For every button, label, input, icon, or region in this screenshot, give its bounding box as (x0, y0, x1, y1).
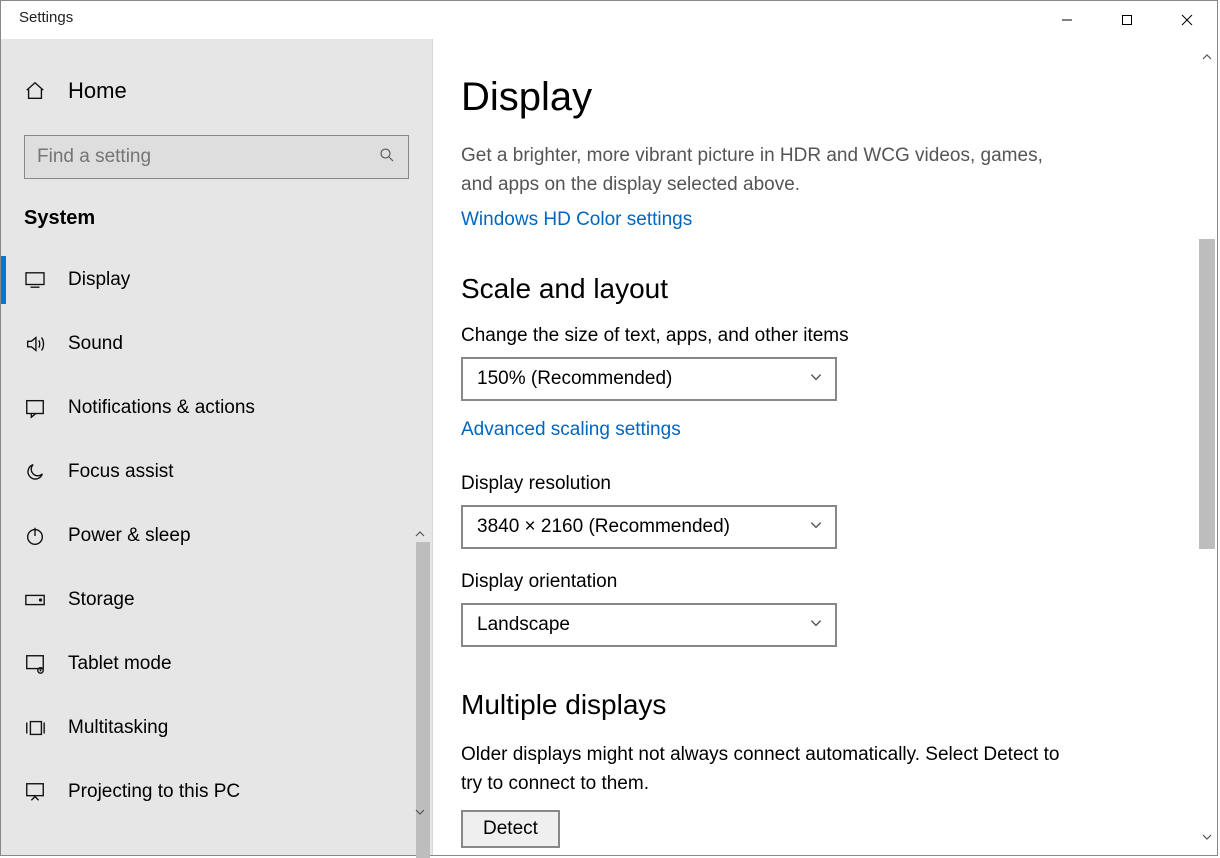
resolution-label: Display resolution (461, 473, 1177, 495)
sidebar-item-projecting[interactable]: Projecting to this PC (1, 760, 432, 824)
sidebar-item-label: Tablet mode (68, 653, 172, 675)
sidebar-item-label: Multitasking (68, 717, 168, 739)
sidebar: Home System (1, 39, 433, 855)
home-label: Home (68, 78, 127, 104)
sidebar-item-sound[interactable]: Sound (1, 312, 432, 376)
power-icon (24, 525, 46, 547)
close-button[interactable] (1157, 1, 1217, 39)
sidebar-item-display[interactable]: Display (1, 248, 432, 312)
main-scrollbar[interactable] (1199, 49, 1215, 845)
home-nav[interactable]: Home (1, 59, 432, 123)
minimize-button[interactable] (1037, 1, 1097, 39)
search-icon (378, 146, 396, 169)
orientation-dropdown[interactable]: Landscape (461, 603, 837, 647)
scale-dropdown[interactable]: 150% (Recommended) (461, 357, 837, 401)
app-title: Settings (1, 1, 73, 26)
main-scrollbar-thumb[interactable] (1199, 239, 1215, 549)
home-icon (24, 80, 46, 102)
category-header: System (1, 179, 432, 248)
scale-layout-heading: Scale and layout (461, 273, 1177, 305)
sound-icon (24, 333, 46, 355)
resolution-dropdown[interactable]: 3840 × 2160 (Recommended) (461, 505, 837, 549)
sidebar-item-label: Sound (68, 333, 123, 355)
main-panel: Display Get a brighter, more vibrant pic… (433, 39, 1217, 855)
search-box[interactable] (24, 135, 409, 179)
detect-button[interactable]: Detect (461, 810, 560, 848)
sidebar-item-storage[interactable]: Storage (1, 568, 432, 632)
scale-label: Change the size of text, apps, and other… (461, 325, 1177, 347)
sidebar-item-notifications[interactable]: Notifications & actions (1, 376, 432, 440)
chevron-down-icon (809, 368, 823, 390)
settings-window: Settings Home (0, 0, 1218, 856)
titlebar: Settings (1, 1, 1217, 39)
multitasking-icon (24, 717, 46, 739)
sidebar-item-label: Display (68, 269, 130, 291)
nav-list: Display Sound Notifications & actions (1, 248, 432, 824)
tablet-icon (24, 653, 46, 675)
display-icon (24, 269, 46, 291)
orientation-value: Landscape (477, 614, 570, 636)
sidebar-item-label: Focus assist (68, 461, 174, 483)
multiple-displays-heading: Multiple displays (461, 689, 1177, 721)
sidebar-item-tablet-mode[interactable]: Tablet mode (1, 632, 432, 696)
sidebar-item-multitasking[interactable]: Multitasking (1, 696, 432, 760)
hd-color-settings-link[interactable]: Windows HD Color settings (461, 209, 692, 231)
projecting-icon (24, 781, 46, 803)
sidebar-item-label: Projecting to this PC (68, 781, 240, 803)
window-body: Home System (1, 39, 1217, 855)
advanced-scaling-link[interactable]: Advanced scaling settings (461, 419, 681, 441)
scale-value: 150% (Recommended) (477, 368, 672, 390)
focus-assist-icon (24, 461, 46, 483)
scroll-up-icon[interactable] (1199, 49, 1215, 65)
storage-icon (24, 589, 46, 611)
notifications-icon (24, 397, 46, 419)
maximize-button[interactable] (1097, 1, 1157, 39)
sidebar-item-focus-assist[interactable]: Focus assist (1, 440, 432, 504)
multiple-displays-desc: Older displays might not always connect … (461, 741, 1061, 798)
sidebar-item-label: Power & sleep (68, 525, 191, 547)
search-input[interactable] (37, 146, 378, 168)
sidebar-item-power-sleep[interactable]: Power & sleep (1, 504, 432, 568)
scroll-down-icon[interactable] (1199, 829, 1215, 845)
chevron-down-icon (809, 516, 823, 538)
sidebar-item-label: Storage (68, 589, 135, 611)
chevron-down-icon (809, 614, 823, 636)
resolution-value: 3840 × 2160 (Recommended) (477, 516, 730, 538)
search-wrap (24, 135, 409, 179)
window-controls (1037, 1, 1217, 39)
hdr-description: Get a brighter, more vibrant picture in … (461, 142, 1061, 199)
orientation-label: Display orientation (461, 571, 1177, 593)
sidebar-item-label: Notifications & actions (68, 397, 255, 419)
page-title: Display (461, 75, 1177, 120)
